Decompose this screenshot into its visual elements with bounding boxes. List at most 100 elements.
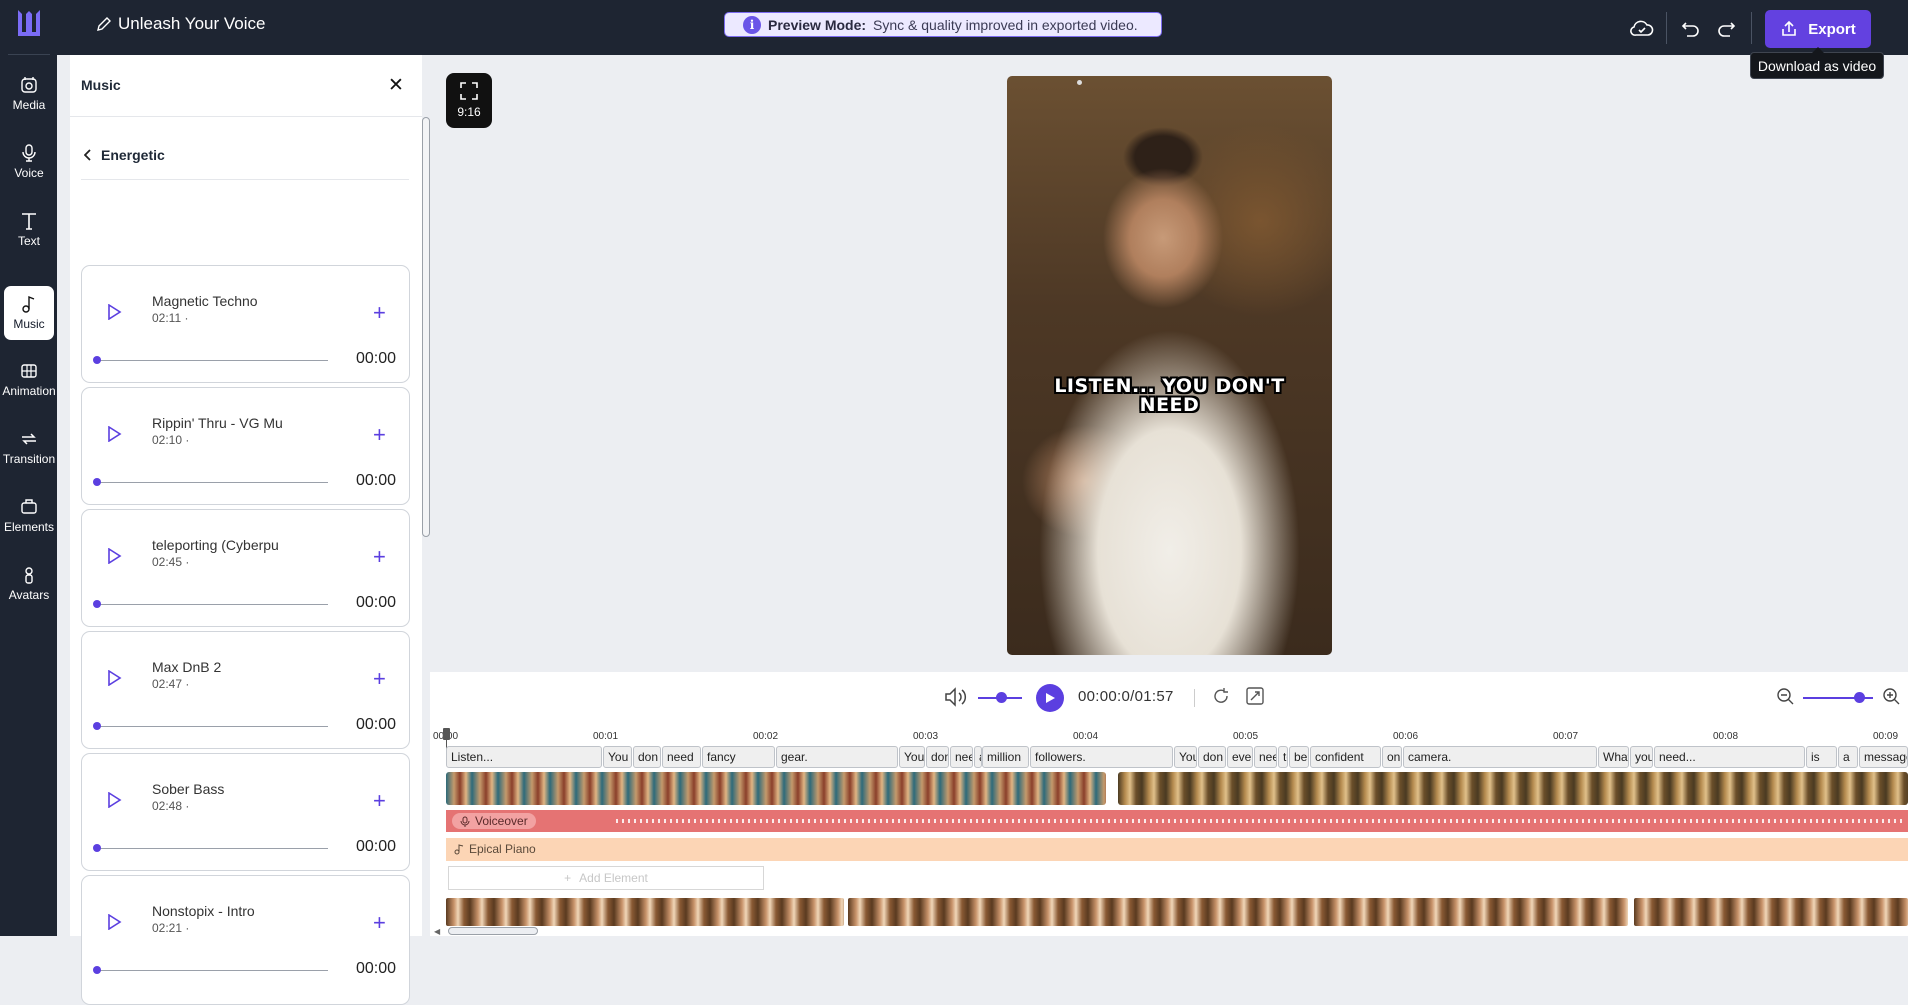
toolbar-divider <box>1666 12 1667 44</box>
track-card[interactable]: Rippin' Thru - VG Mu 02:10 · + 00:00 <box>81 387 410 505</box>
expand-icon[interactable] <box>1246 687 1264 705</box>
track-progress-knob[interactable] <box>93 966 101 974</box>
caption-word[interactable]: confident <box>1310 746 1381 768</box>
track-card[interactable]: Sober Bass 02:48 · + 00:00 <box>81 753 410 871</box>
timeline-scrollbar[interactable] <box>448 927 538 935</box>
aspect-ratio-button[interactable]: 9:16 <box>446 73 492 128</box>
caption-word[interactable]: need <box>950 746 973 768</box>
caption-word[interactable]: You <box>899 746 925 768</box>
project-title[interactable]: Unleash Your Voice <box>96 14 265 34</box>
caption-word[interactable]: You <box>1174 746 1197 768</box>
caption-word[interactable]: followers. <box>1030 746 1173 768</box>
track-progress-knob[interactable] <box>93 722 101 730</box>
caption-word[interactable]: million <box>982 746 1029 768</box>
app-logo-icon[interactable] <box>16 8 42 40</box>
playhead-handle[interactable] <box>443 728 450 740</box>
play-icon[interactable] <box>106 792 122 808</box>
volume-knob[interactable] <box>996 692 1007 703</box>
category-back-button[interactable]: Energetic <box>84 147 165 163</box>
scroll-left-icon[interactable]: ◀ <box>434 927 440 936</box>
add-track-button[interactable]: + <box>373 544 386 570</box>
track-time: 00:00 <box>356 716 397 733</box>
caption-word[interactable]: fancy <box>702 746 775 768</box>
track-progress-slider[interactable] <box>98 604 328 605</box>
redo-icon[interactable] <box>1714 16 1738 40</box>
loop-icon[interactable] <box>1212 687 1230 705</box>
voiceover-track[interactable]: Voiceover <box>446 810 1908 832</box>
cloud-save-icon[interactable] <box>1630 16 1654 40</box>
caption-word[interactable]: is <box>1806 746 1837 768</box>
rail-item-text[interactable]: Text <box>4 203 54 257</box>
caption-word[interactable]: need... <box>1654 746 1805 768</box>
play-icon[interactable] <box>106 426 122 442</box>
track-progress-knob[interactable] <box>93 844 101 852</box>
track-card[interactable]: Magnetic Techno 02:11 · + 00:00 <box>81 265 410 383</box>
add-track-button[interactable]: + <box>373 422 386 448</box>
caption-word[interactable]: a <box>1838 746 1858 768</box>
track-progress-slider[interactable] <box>98 726 328 727</box>
play-button[interactable] <box>1036 684 1064 712</box>
track-card[interactable]: teleporting (Cyberpu 02:45 · + 00:00 <box>81 509 410 627</box>
close-icon[interactable]: ✕ <box>388 74 404 97</box>
caption-word[interactable]: message <box>1859 746 1908 768</box>
rail-item-avatars[interactable]: Avatars <box>4 557 54 611</box>
animation-icon <box>21 364 37 378</box>
caption-word[interactable]: You <box>603 746 632 768</box>
track-progress-slider[interactable] <box>98 360 328 361</box>
video-caption[interactable]: LISTEN... YOU DON'T NEED <box>1007 377 1332 415</box>
add-track-button[interactable]: + <box>373 300 386 326</box>
rail-item-music[interactable]: Music <box>4 286 54 340</box>
track-progress-knob[interactable] <box>93 600 101 608</box>
caption-word[interactable]: Listen... <box>446 746 602 768</box>
rail-item-transition[interactable]: Transition <box>3 421 55 475</box>
zoom-knob[interactable] <box>1854 692 1865 703</box>
track-progress-slider[interactable] <box>98 848 328 849</box>
caption-word[interactable]: need <box>662 746 701 768</box>
caption-word[interactable]: be <box>1289 746 1309 768</box>
caption-word[interactable]: a <box>974 746 982 768</box>
background-video-clip[interactable] <box>1634 898 1908 926</box>
add-track-button[interactable]: + <box>373 788 386 814</box>
track-progress-slider[interactable] <box>98 970 328 971</box>
caption-word[interactable]: gear. <box>776 746 898 768</box>
caption-word[interactable]: camera. <box>1403 746 1597 768</box>
avatar-video-clip[interactable] <box>1118 772 1908 805</box>
track-card[interactable]: Max DnB 2 02:47 · + 00:00 <box>81 631 410 749</box>
ruler-label: 00:08 <box>1713 731 1739 742</box>
track-card[interactable]: Nonstopix - Intro 02:21 · + 00:00 <box>81 875 410 1005</box>
video-preview[interactable]: LISTEN... YOU DON'T NEED <box>1007 76 1332 655</box>
rail-item-elements[interactable]: Elements <box>4 489 54 543</box>
panel-scrollbar[interactable] <box>422 117 430 537</box>
add-element-button[interactable]: + Add Element <box>448 866 764 890</box>
rail-item-animation[interactable]: Animation <box>2 353 56 407</box>
caption-word[interactable]: don <box>1198 746 1226 768</box>
track-progress-knob[interactable] <box>93 478 101 486</box>
caption-word[interactable]: to <box>1278 746 1288 768</box>
play-icon[interactable] <box>106 304 122 320</box>
caption-word[interactable]: you <box>1630 746 1653 768</box>
avatar-video-clip[interactable] <box>446 772 1106 805</box>
volume-icon[interactable] <box>944 686 968 708</box>
track-progress-knob[interactable] <box>93 356 101 364</box>
rail-item-voice[interactable]: Voice <box>4 135 54 189</box>
background-video-clip[interactable] <box>848 898 1628 926</box>
background-video-clip[interactable] <box>446 898 844 926</box>
play-icon[interactable] <box>106 914 122 930</box>
play-icon[interactable] <box>106 670 122 686</box>
play-icon[interactable] <box>106 548 122 564</box>
caption-word[interactable]: on <box>1382 746 1402 768</box>
undo-icon[interactable] <box>1679 16 1703 40</box>
caption-word[interactable]: don <box>633 746 661 768</box>
caption-word[interactable]: What <box>1598 746 1629 768</box>
track-progress-slider[interactable] <box>98 482 328 483</box>
caption-word[interactable]: don <box>926 746 949 768</box>
rail-item-media[interactable]: Media <box>4 67 54 121</box>
add-track-button[interactable]: + <box>373 666 386 692</box>
music-track[interactable]: Epical Piano <box>446 838 1908 861</box>
caption-word[interactable]: nee <box>1254 746 1277 768</box>
zoom-out-icon[interactable] <box>1776 687 1794 705</box>
zoom-in-icon[interactable] <box>1882 687 1900 705</box>
caption-word[interactable]: eve <box>1227 746 1253 768</box>
export-button[interactable]: Export <box>1765 10 1871 48</box>
add-track-button[interactable]: + <box>373 910 386 936</box>
